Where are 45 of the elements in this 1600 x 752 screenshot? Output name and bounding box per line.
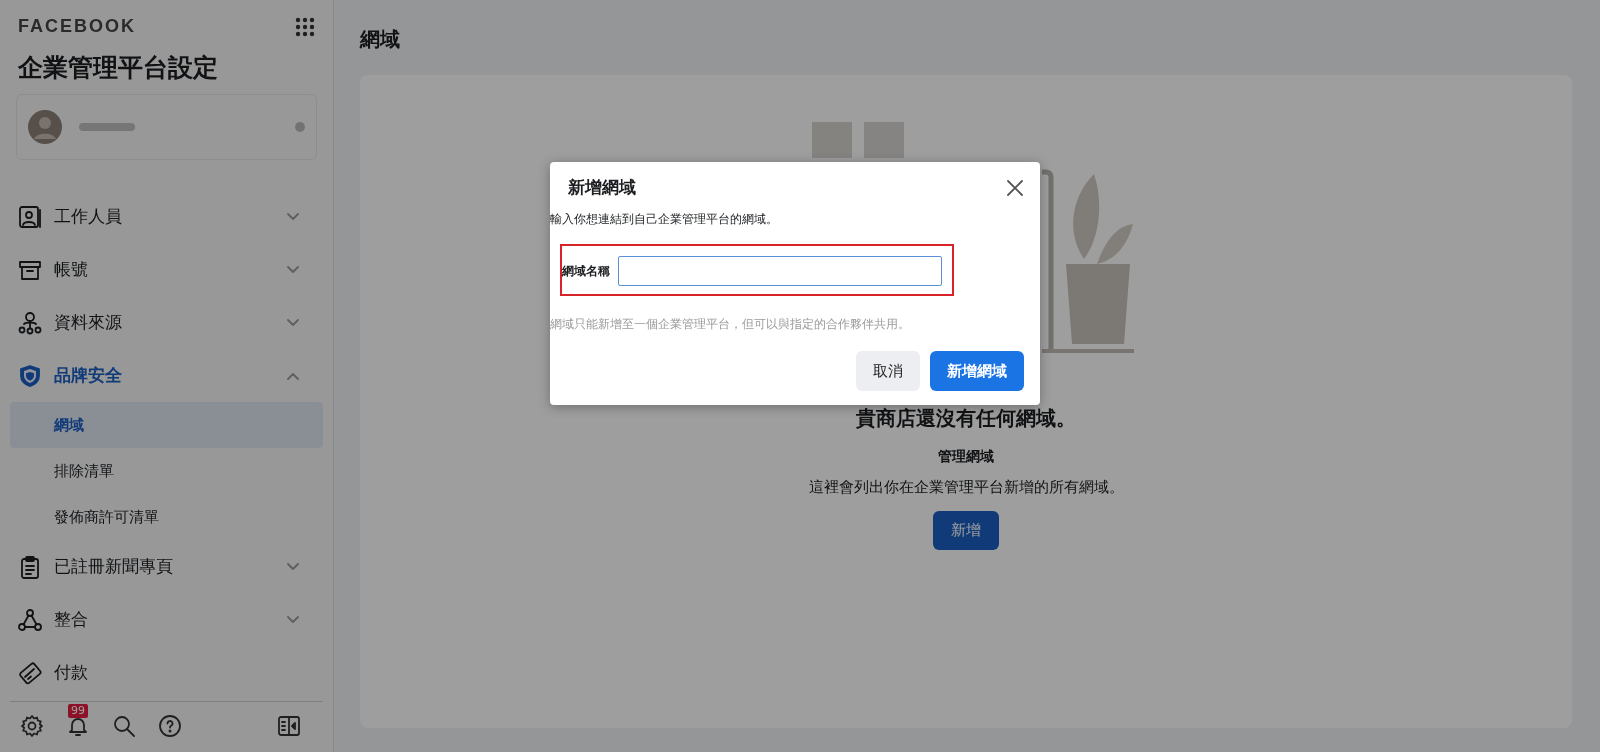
chevron-down-icon (287, 212, 299, 221)
nav-item[interactable]: 資料來源 (10, 296, 323, 349)
network-icon (18, 310, 42, 335)
field-label: 網域名稱 (562, 262, 610, 280)
hint-text: 網域只能新增至一個企業管理平台，但可以與指定的合作夥伴共用。 (550, 316, 911, 333)
nav-item[interactable]: 帳號 (10, 243, 323, 296)
cancel-button[interactable]: 取消 (856, 351, 920, 391)
chevron-down-icon (287, 265, 299, 274)
page-title: 企業管理平台設定 (17, 52, 219, 84)
page-heading: 網域 (360, 26, 401, 53)
person-badge-icon (18, 204, 42, 229)
help-icon[interactable] (158, 714, 182, 738)
nav-item[interactable]: 整合 (10, 593, 323, 646)
empty-state-text: 這裡會列出你在企業管理平台新增的所有網域。 (808, 478, 1124, 497)
chevron-down-icon (287, 615, 299, 624)
add-button[interactable]: 新增 (933, 511, 999, 550)
sub-nav-item[interactable]: 發佈商許可清單 (10, 494, 323, 540)
sidebar-toggle-icon[interactable] (277, 714, 301, 738)
chevron-up-icon (287, 371, 299, 380)
avatar-icon (27, 109, 63, 145)
close-icon[interactable] (1006, 178, 1024, 197)
sub-nav-item[interactable]: 網域 (10, 402, 323, 448)
empty-state-subheading: 管理網域 (938, 448, 994, 466)
notification-badge: 99 (68, 704, 88, 718)
credit-card-icon (18, 660, 42, 685)
empty-state-heading: 貴商店還沒有任何網域。 (856, 405, 1076, 432)
clipboard-icon (18, 554, 42, 579)
account-selector[interactable] (16, 94, 317, 160)
dialog-title: 新增網域 (568, 176, 636, 199)
brand-name: FACEBOOK (18, 16, 136, 37)
dialog-description: 輸入你想連結到自己企業管理平台的網域。 (550, 211, 779, 228)
nav-item[interactable]: 工作人員 (10, 190, 323, 243)
settings-icon[interactable] (20, 714, 44, 738)
shield-icon (18, 363, 42, 388)
search-icon[interactable] (112, 714, 136, 738)
triangle-nodes-icon (18, 607, 42, 632)
sub-nav-item[interactable]: 排除清單 (10, 448, 323, 494)
add-domain-button[interactable]: 新增網域 (930, 351, 1024, 391)
app-grid-icon[interactable] (295, 16, 315, 37)
nav-item[interactable]: 已註冊新聞專頁 (10, 540, 323, 593)
domain-input[interactable] (618, 256, 942, 286)
nav-item[interactable]: 品牌安全 (10, 349, 323, 402)
chevron-down-icon (287, 562, 299, 571)
chevron-down-icon (287, 318, 299, 327)
nav-item[interactable]: 付款 (10, 646, 323, 699)
